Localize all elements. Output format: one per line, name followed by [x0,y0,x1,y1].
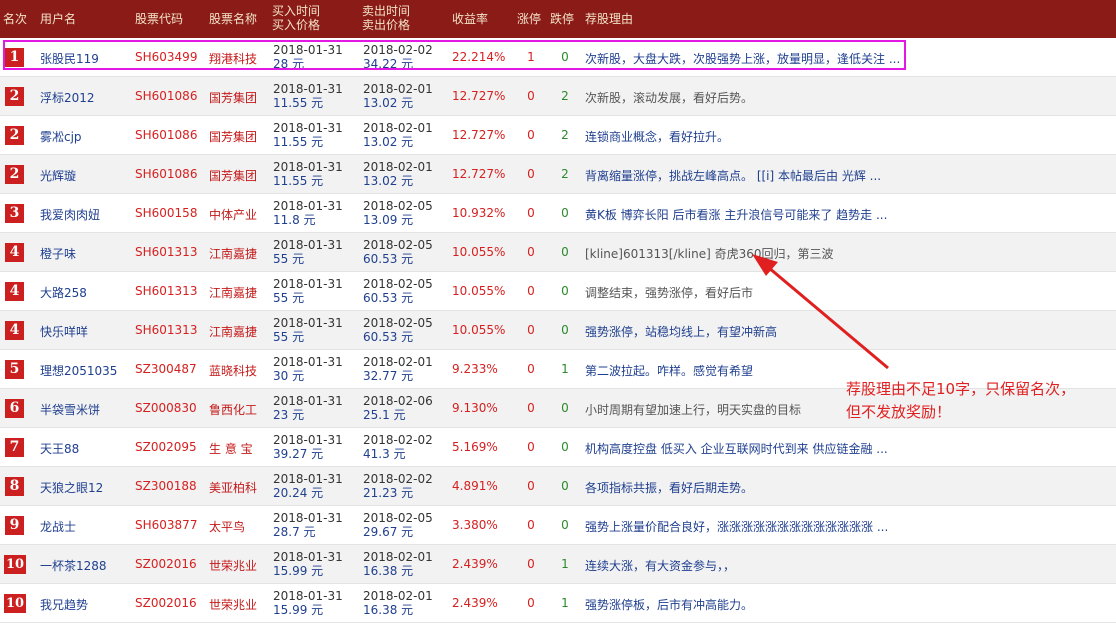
annotation-arrow [752,254,889,370]
annotation-line-2: 但不发放奖励！ [846,403,952,421]
annotation-line-1: 荐股理由不足10字，只保留名次， [846,380,1076,398]
annotation-note: 荐股理由不足10字，只保留名次， 但不发放奖励！ [846,378,1075,424]
